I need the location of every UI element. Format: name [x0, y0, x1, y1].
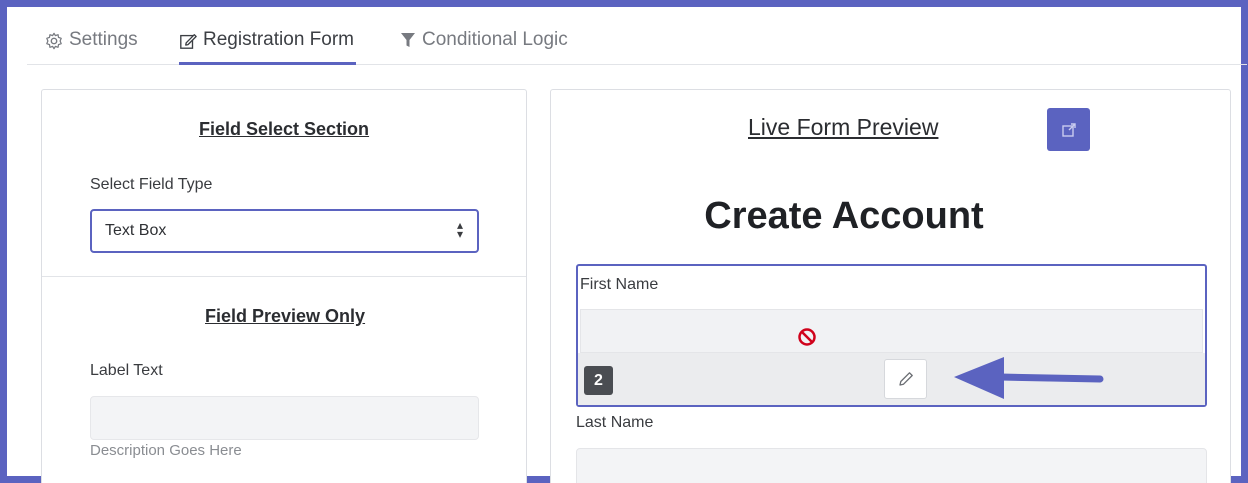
tab-conditional-logic[interactable]: Conditional Logic [400, 29, 568, 65]
field-select-panel: Field Select Section Select Field Type T… [41, 89, 527, 483]
select-field-type-label: Select Field Type [90, 176, 213, 193]
pointer-arrow-icon [954, 357, 1104, 399]
open-preview-button[interactable] [1047, 108, 1090, 151]
first-name-input [580, 309, 1203, 353]
pencil-icon [898, 372, 913, 386]
select-caret-icon: ▴ ▾ [456, 218, 463, 241]
field-description: Description Goes Here [90, 442, 242, 459]
first-name-label: First Name [580, 276, 659, 293]
tab-registration-form[interactable]: Registration Form [179, 29, 356, 65]
gear-icon [46, 32, 62, 50]
form-heading: Create Account [704, 195, 984, 237]
external-link-icon [1061, 122, 1076, 137]
last-name-input[interactable] [576, 448, 1207, 483]
field-toolbar: 2 [578, 353, 1205, 405]
label-text-label: Label Text [90, 362, 163, 379]
edit-field-button[interactable] [884, 359, 927, 399]
screenshot-frame: Settings Registration Form Conditional L… [0, 0, 1248, 483]
field-order-badge: 2 [584, 366, 613, 395]
field-type-select-value: Text Box [105, 222, 167, 239]
tab-bar: Settings Registration Form Conditional L… [27, 21, 1247, 65]
tab-conditional-logic-label: Conditional Logic [422, 29, 568, 50]
edit-form-icon [180, 34, 197, 49]
live-form-preview-title: Live Form Preview [748, 114, 939, 140]
field-type-select[interactable]: Text Box ▴ ▾ [90, 209, 479, 253]
tab-registration-form-label: Registration Form [203, 29, 354, 50]
live-preview-panel: Live Form Preview Create Account First N… [550, 89, 1231, 483]
field-select-section-title: Field Select Section [199, 119, 370, 139]
field-preview-title: Field Preview Only [205, 306, 366, 326]
label-text-input[interactable] [90, 396, 479, 440]
filter-icon [401, 33, 415, 47]
last-name-label: Last Name [576, 414, 654, 431]
first-name-field-block[interactable]: First Name 2 [576, 264, 1207, 407]
tab-settings[interactable]: Settings [45, 29, 138, 65]
panel-divider [42, 276, 526, 277]
tab-settings-label: Settings [69, 29, 138, 50]
no-entry-icon [798, 328, 816, 346]
